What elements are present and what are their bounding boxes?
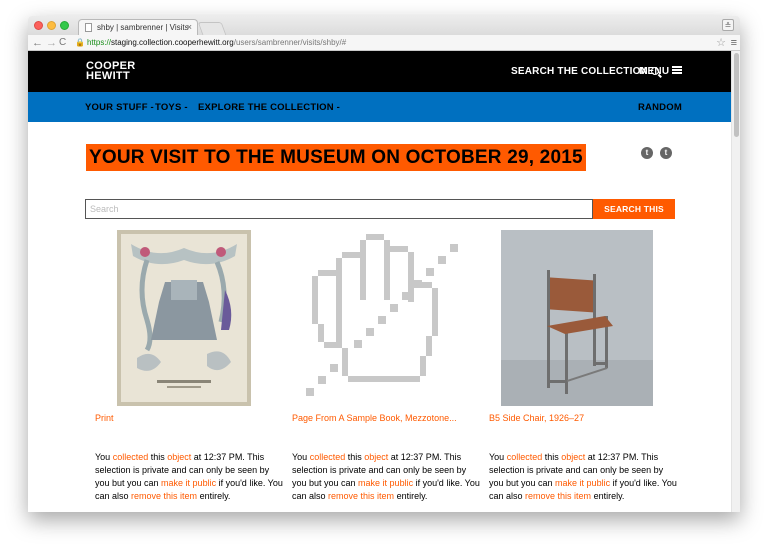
text-segment: You	[292, 452, 310, 462]
text-segment: entirely.	[591, 491, 625, 501]
text-segment: this	[345, 452, 365, 462]
item-description: You collected this object at 12:37 PM. T…	[95, 451, 283, 503]
page-title: YOUR VISIT TO THE MUSEUM ON OCTOBER 29, …	[86, 144, 586, 171]
collected-link[interactable]: collected	[113, 452, 149, 462]
text-segment: entirely.	[394, 491, 428, 501]
menu-label: MENU	[639, 66, 670, 77]
object-link[interactable]: object	[364, 452, 388, 462]
title-bar: shby | sambrenner | Visits × ≗	[28, 16, 740, 35]
object-link[interactable]: object	[561, 452, 585, 462]
text-segment: entirely.	[197, 491, 231, 501]
text-segment: You	[95, 452, 113, 462]
browser-tab[interactable]: shby | sambrenner | Visits ×	[78, 19, 198, 35]
item-description: You collected this object at 12:37 PM. T…	[489, 451, 677, 503]
cooper-hewitt-logo[interactable]: COOPER HEWITT	[86, 61, 146, 82]
browser-menu-icon[interactable]: ≡	[731, 36, 737, 50]
logo-line-2: HEWITT	[86, 70, 130, 82]
nav-explore-collection[interactable]: EXPLORE THE COLLECTION -	[198, 102, 340, 113]
no-image-hand-icon[interactable]	[300, 230, 476, 406]
item-title[interactable]: Page From A Sample Book, Mezzotone...	[292, 413, 457, 423]
user-profile-icon[interactable]: ≗	[722, 19, 734, 31]
collected-link[interactable]: collected	[507, 452, 543, 462]
maximize-window-button[interactable]	[60, 21, 69, 30]
bookmark-star-icon[interactable]: ☆	[716, 36, 726, 50]
remove-item-link[interactable]: remove this item	[131, 491, 197, 501]
minimize-window-button[interactable]	[47, 21, 56, 30]
text-segment: You	[489, 452, 507, 462]
chair-thumbnail[interactable]	[501, 230, 653, 406]
collected-link[interactable]: collected	[310, 452, 346, 462]
page-scrollbar[interactable]	[731, 51, 740, 512]
object-link[interactable]: object	[167, 452, 191, 462]
nav-your-stuff[interactable]: YOUR STUFF -	[85, 102, 154, 113]
site-nav: YOUR STUFF - TOYS - EXPLORE THE COLLECTI…	[28, 92, 740, 122]
item-title[interactable]: B5 Side Chair, 1926–27	[489, 413, 584, 423]
tab-close-icon[interactable]: ×	[187, 22, 192, 32]
text-segment: this	[542, 452, 562, 462]
menu-button[interactable]: MENU	[639, 66, 683, 77]
page-viewport: COOPER HEWITT SEARCH THE COLLECTION MENU…	[28, 51, 740, 512]
print-thumbnail[interactable]	[117, 230, 251, 406]
tab-title: shby | sambrenner | Visits	[97, 23, 189, 32]
make-public-link[interactable]: make it public	[555, 478, 610, 488]
hamburger-icon	[672, 66, 683, 74]
lock-icon: 🔒	[75, 38, 85, 47]
item-description: You collected this object at 12:37 PM. T…	[292, 451, 480, 503]
search-collection-label: SEARCH THE COLLECTION	[511, 66, 648, 77]
browser-toolbar: ← → C 🔒 https://staging.collection.cooper…	[28, 35, 740, 51]
make-public-link[interactable]: make it public	[161, 478, 216, 488]
nav-toys[interactable]: TOYS -	[155, 102, 188, 113]
forward-arrow-icon[interactable]: →	[46, 36, 57, 50]
url-host: staging.collection.cooperhewitt.org	[110, 38, 234, 47]
visit-search-input[interactable]: Search	[85, 199, 593, 219]
twitter-icon[interactable]: t	[641, 147, 653, 159]
search-this-visit-button[interactable]: SEARCH THIS VISIT	[593, 199, 675, 234]
close-window-button[interactable]	[34, 21, 43, 30]
item-title[interactable]: Print	[95, 413, 114, 423]
remove-item-link[interactable]: remove this item	[525, 491, 591, 501]
url-path: /users/sambrenner/visits/shby/#	[233, 38, 347, 47]
site-header: COOPER HEWITT SEARCH THE COLLECTION MENU	[28, 51, 740, 92]
back-arrow-icon[interactable]: ←	[32, 36, 43, 50]
text-segment: this	[148, 452, 168, 462]
browser-window: shby | sambrenner | Visits × ≗ ← → C 🔒 ht…	[28, 16, 740, 512]
make-public-link[interactable]: make it public	[358, 478, 413, 488]
tumblr-icon[interactable]: t	[660, 147, 672, 159]
reload-icon[interactable]: C	[59, 36, 66, 50]
page-icon	[85, 23, 92, 32]
search-collection-link[interactable]: SEARCH THE COLLECTION	[511, 66, 659, 77]
scrollbar-thumb[interactable]	[734, 53, 739, 137]
remove-item-link[interactable]: remove this item	[328, 491, 394, 501]
address-bar[interactable]: 🔒 https://staging.collection.cooperhewitt…	[75, 36, 711, 49]
nav-random[interactable]: RANDOM	[638, 102, 682, 113]
new-tab-button[interactable]	[197, 22, 227, 35]
url-scheme: https://	[86, 38, 111, 47]
